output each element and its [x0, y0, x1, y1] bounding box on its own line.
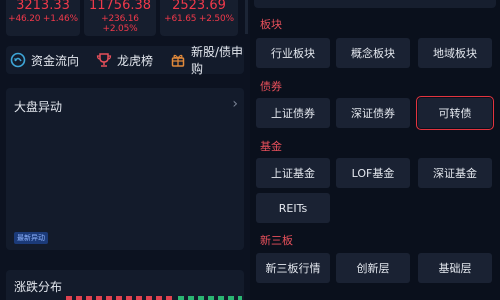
divider	[245, 0, 248, 34]
index-card-cy[interactable]: 2523.69 +61.65 +2.50%	[160, 0, 238, 36]
section-label-bond: 债券	[260, 80, 282, 93]
quick-link-label: 新股/债申购	[191, 45, 244, 76]
quick-link-ipo[interactable]: 新股/债申购	[170, 45, 244, 76]
board-concept-button[interactable]: 概念板块	[336, 38, 410, 68]
board-industry-button[interactable]: 行业板块	[256, 38, 330, 68]
bond-sh-button[interactable]: 上证债券	[256, 98, 330, 128]
index-change: +61.65 +2.50%	[164, 14, 234, 24]
quick-link-label: 资金流向	[31, 53, 80, 68]
right-panel: 板块 行业板块 概念板块 地域板块 债券 上证债券 深证债券 可转债 基金 上证…	[250, 0, 500, 300]
index-card-sh[interactable]: 3213.33 +46.20 +1.46%	[6, 0, 80, 36]
index-value: 3213.33	[16, 0, 70, 13]
quick-link-dragon-tiger[interactable]: 龙虎榜	[96, 46, 153, 74]
index-value: 11756.38	[88, 0, 152, 13]
convertible-bond-button[interactable]: 可转债	[416, 96, 494, 130]
market-move-card[interactable]: 大盘异动 › 最新异动	[6, 88, 244, 250]
fund-lof-button[interactable]: LOF基金	[336, 158, 410, 188]
top-strip	[254, 0, 496, 8]
left-panel: 3213.33 +46.20 +1.46% 11756.38 +236.16 +…	[0, 0, 250, 300]
fund-flow-icon	[10, 52, 26, 68]
fund-reits-button[interactable]: REITs	[256, 193, 330, 223]
index-change: +236.16 +2.05%	[101, 14, 139, 34]
board-region-button[interactable]: 地域板块	[418, 38, 492, 68]
trophy-icon	[96, 52, 112, 68]
rise-fall-card[interactable]: 涨跌分布	[6, 270, 244, 300]
market-move-title: 大盘异动	[14, 100, 63, 114]
index-change: +46.20 +1.46%	[8, 14, 78, 24]
quick-link-fund-flow[interactable]: 资金流向	[10, 46, 79, 74]
fund-sh-button[interactable]: 上证基金	[256, 158, 330, 188]
section-label-fund: 基金	[260, 140, 282, 153]
neeq-basic-button[interactable]: 基础层	[418, 253, 492, 283]
latest-move-badge[interactable]: 最新异动	[14, 232, 48, 244]
chevron-right-icon: ›	[232, 96, 238, 112]
rise-bar	[66, 296, 176, 300]
ipo-icon	[170, 52, 186, 68]
fund-sz-button[interactable]: 深证基金	[418, 158, 492, 188]
fall-bar	[178, 296, 242, 300]
index-value: 2523.69	[172, 0, 226, 13]
rise-fall-title: 涨跌分布	[14, 280, 63, 294]
neeq-market-button[interactable]: 新三板行情	[256, 253, 330, 283]
neeq-innovation-button[interactable]: 创新层	[336, 253, 410, 283]
section-label-neeq: 新三板	[260, 234, 293, 247]
quick-link-label: 龙虎榜	[117, 53, 154, 68]
section-label-board: 板块	[260, 18, 282, 31]
bond-sz-button[interactable]: 深证债券	[336, 98, 410, 128]
quick-links-bar: 资金流向 龙虎榜 新股/债申购	[6, 45, 244, 76]
index-card-sz[interactable]: 11756.38 +236.16 +2.05%	[84, 0, 156, 36]
